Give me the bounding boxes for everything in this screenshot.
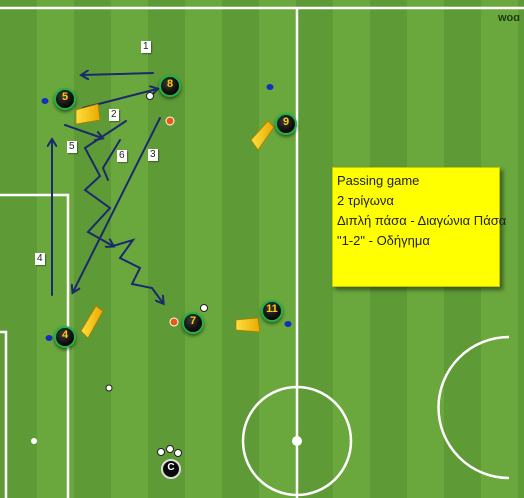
ball: [200, 304, 208, 312]
step-label-5: 5: [67, 141, 77, 153]
step-label-2: 2: [109, 109, 119, 121]
ball: [157, 448, 165, 456]
cone-blue: [266, 84, 274, 90]
cone-orange: [169, 317, 179, 327]
arrow-run-5: [64, 124, 102, 138]
player-number: 4: [61, 329, 69, 341]
player-5[interactable]: 5: [54, 88, 76, 110]
center-spot: [292, 436, 302, 446]
penalty-area-line: [0, 193, 70, 498]
coach-label: C: [167, 462, 175, 473]
arrow-dribble-6b: [112, 238, 163, 303]
coach[interactable]: C: [161, 459, 181, 479]
exercise-subtitle: 2 τρίγωνα: [337, 193, 394, 208]
step-label-1: 1: [141, 41, 151, 53]
player-8[interactable]: 8: [159, 75, 181, 97]
player-7[interactable]: 7: [182, 312, 204, 334]
player-number: 5: [61, 91, 69, 103]
ball: [166, 445, 174, 453]
exercise-description-box: Passing game 2 τρίγωνα Διπλή πάσα - Διαγ…: [332, 167, 507, 287]
exercise-detail: Διπλή πάσα - Διαγώνια Πάσα: [337, 213, 507, 228]
player-number: 11: [266, 303, 278, 315]
mannequin: [80, 305, 104, 339]
penalty-spot: [31, 438, 37, 444]
step-label-4: 4: [35, 253, 45, 265]
player-4[interactable]: 4: [54, 326, 76, 348]
orange-cones: [165, 116, 179, 327]
step-label-6: 6: [117, 150, 127, 162]
step-label-3: 3: [148, 149, 158, 161]
player-11[interactable]: 11: [261, 300, 283, 322]
balls: [105, 92, 208, 457]
arrow-pass-1: [82, 73, 154, 75]
cone-blue: [45, 335, 53, 341]
exercise-title: Passing game: [337, 173, 420, 188]
ball: [174, 449, 182, 457]
training-pitch: woɑ 5 8 9 4 7 11 C 1 2 3 4 5 6 Passing g…: [0, 0, 524, 498]
goal-area-line: [0, 330, 8, 498]
ball: [146, 92, 154, 100]
ball: [105, 384, 113, 392]
mannequin: [250, 120, 275, 151]
cone-orange: [165, 116, 175, 126]
mannequin: [235, 317, 261, 333]
mannequin: [75, 103, 101, 125]
exercise-detail: "1-2" - Οδήγημα: [337, 233, 430, 248]
player-number: 9: [282, 116, 290, 128]
right-arc: [437, 335, 510, 480]
player-9[interactable]: 9: [275, 113, 297, 135]
player-number: 8: [166, 78, 174, 90]
mannequins: [75, 103, 275, 339]
player-number: 7: [189, 315, 197, 327]
watermark: woɑ: [498, 12, 520, 24]
cone-blue: [41, 98, 49, 104]
cone-blue: [284, 321, 292, 327]
